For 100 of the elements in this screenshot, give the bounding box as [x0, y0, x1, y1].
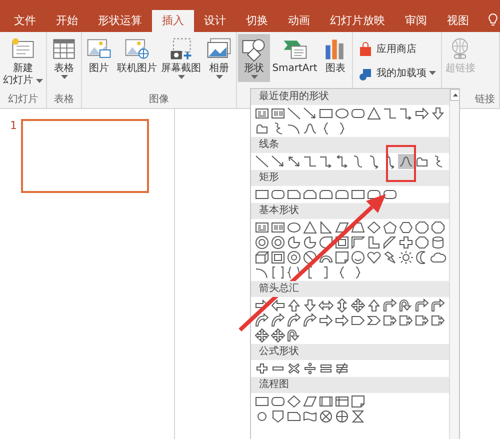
- or-junction-icon[interactable]: [334, 409, 350, 424]
- frame-icon[interactable]: [334, 235, 350, 250]
- rectangle-icon[interactable]: [318, 106, 334, 121]
- rounded-rectangle-icon[interactable]: [382, 187, 398, 202]
- ribbon-tab[interactable]: 视图: [437, 10, 479, 32]
- right-arrow-icon[interactable]: [414, 106, 430, 121]
- elbow-arrow-icon[interactable]: [318, 154, 334, 169]
- bent-arrow-icon[interactable]: [414, 298, 430, 313]
- octagon-icon[interactable]: [430, 220, 446, 235]
- ribbon-button[interactable]: 应用商店: [356, 40, 438, 58]
- rounded-rectangle-icon[interactable]: [350, 106, 366, 121]
- curve-icon[interactable]: [302, 121, 318, 136]
- hexagon-icon[interactable]: [398, 220, 414, 235]
- trapezoid-icon[interactable]: [350, 220, 366, 235]
- bracket-pair-icon[interactable]: [270, 265, 286, 280]
- elbow-connector-icon[interactable]: [302, 154, 318, 169]
- rounded-rectangle-icon[interactable]: [270, 394, 286, 409]
- brace-pair-icon[interactable]: [286, 265, 302, 280]
- rectangle-icon[interactable]: [254, 187, 270, 202]
- left-arrow-icon[interactable]: [270, 298, 286, 313]
- elbow-arrow-icon[interactable]: [398, 106, 414, 121]
- bent-arrow-icon[interactable]: [430, 298, 446, 313]
- vertical-text-box-icon[interactable]: [270, 106, 286, 121]
- chevron-icon[interactable]: [366, 313, 382, 328]
- cloud-icon[interactable]: [430, 250, 446, 265]
- pie-icon[interactable]: [302, 235, 318, 250]
- double-arrow-line-icon[interactable]: [286, 154, 302, 169]
- ribbon-button[interactable]: 我的加载项: [356, 64, 438, 82]
- ribbon-tab[interactable]: 设计: [194, 10, 236, 32]
- ribbon-tab[interactable]: 开始: [46, 10, 88, 32]
- arrow-callout-icon[interactable]: [382, 313, 398, 328]
- right-arrow-icon[interactable]: [334, 313, 350, 328]
- l-shape-icon[interactable]: [366, 235, 382, 250]
- down-arrow-icon[interactable]: [302, 298, 318, 313]
- folded-corner-icon[interactable]: [334, 250, 350, 265]
- parallelogram-icon[interactable]: [302, 394, 318, 409]
- cross-icon[interactable]: [398, 235, 414, 250]
- summing-junction-icon[interactable]: [318, 409, 334, 424]
- ribbon-tab[interactable]: 切换: [236, 10, 278, 32]
- arrow-callout-icon[interactable]: [414, 313, 430, 328]
- diamond-icon[interactable]: [366, 220, 382, 235]
- curve-icon[interactable]: [398, 154, 414, 169]
- up-down-arrow-icon[interactable]: [334, 298, 350, 313]
- curved-arrow-icon[interactable]: [254, 313, 270, 328]
- elbow-double-arrow-icon[interactable]: [334, 154, 350, 169]
- down-arrow-icon[interactable]: [430, 106, 446, 121]
- octagon-icon[interactable]: [414, 235, 430, 250]
- ribbon-button[interactable]: 相册: [203, 34, 236, 82]
- curved-arrow-icon[interactable]: [302, 313, 318, 328]
- scrollbar[interactable]: [449, 89, 459, 439]
- predefined-process-icon[interactable]: [318, 394, 334, 409]
- line-icon[interactable]: [286, 106, 302, 121]
- oval-icon[interactable]: [334, 106, 350, 121]
- punched-tape-icon[interactable]: [302, 409, 318, 424]
- pie-icon[interactable]: [286, 235, 302, 250]
- parallelogram-icon[interactable]: [334, 220, 350, 235]
- octagon-icon[interactable]: [414, 220, 430, 235]
- teardrop-icon[interactable]: [318, 235, 334, 250]
- triangle-icon[interactable]: [366, 106, 382, 121]
- lightbulb-icon[interactable]: [488, 13, 498, 27]
- folded-corner-icon[interactable]: [350, 394, 366, 409]
- smiley-icon[interactable]: [350, 250, 366, 265]
- right-arrow-icon[interactable]: [318, 313, 334, 328]
- scroll-up-icon[interactable]: [450, 89, 459, 101]
- curved-arrow-icon[interactable]: [270, 313, 286, 328]
- ribbon-tab[interactable]: 文件: [4, 10, 46, 32]
- vertical-text-box-icon[interactable]: [270, 220, 286, 235]
- triangle-icon[interactable]: [302, 220, 318, 235]
- rectangle-icon[interactable]: [350, 187, 366, 202]
- four-way-arrow-icon[interactable]: [270, 328, 286, 343]
- cylinder-icon[interactable]: [430, 235, 446, 250]
- diagonal-stripe-icon[interactable]: [382, 235, 398, 250]
- ribbon-tab[interactable]: 插入: [152, 10, 194, 32]
- not-equal-icon[interactable]: [334, 361, 350, 376]
- arrow-callout-icon[interactable]: [398, 313, 414, 328]
- ribbon-button[interactable]: 图表: [319, 34, 352, 77]
- elbow-connector-icon[interactable]: [382, 106, 398, 121]
- pentagon-icon[interactable]: [382, 220, 398, 235]
- u-turn-arrow-icon[interactable]: [286, 328, 302, 343]
- ribbon-button[interactable]: 屏幕截图: [159, 34, 204, 82]
- ribbon-button[interactable]: 联机图片: [115, 34, 160, 77]
- four-way-arrow-icon[interactable]: [254, 328, 270, 343]
- arrow-line-icon[interactable]: [302, 106, 318, 121]
- right-triangle-icon[interactable]: [318, 220, 334, 235]
- slide-thumbnail[interactable]: [21, 119, 149, 193]
- ribbon-tab[interactable]: 幻灯片放映: [320, 10, 395, 32]
- text-box-icon[interactable]: [254, 106, 270, 121]
- sun-icon[interactable]: [398, 250, 414, 265]
- plus-icon[interactable]: [254, 361, 270, 376]
- curved-arrow-icon[interactable]: [286, 313, 302, 328]
- line-icon[interactable]: [254, 154, 270, 169]
- rounded-rectangle-icon[interactable]: [270, 187, 286, 202]
- text-box-icon[interactable]: [254, 220, 270, 235]
- rectangle-icon[interactable]: [254, 394, 270, 409]
- u-turn-arrow-icon[interactable]: [398, 298, 414, 313]
- arrow-callout-icon[interactable]: [430, 313, 446, 328]
- four-way-arrow-icon[interactable]: [350, 298, 366, 313]
- ribbon-tab[interactable]: 形状运算: [88, 10, 152, 32]
- ring-icon[interactable]: [254, 235, 270, 250]
- oval-icon[interactable]: [286, 220, 302, 235]
